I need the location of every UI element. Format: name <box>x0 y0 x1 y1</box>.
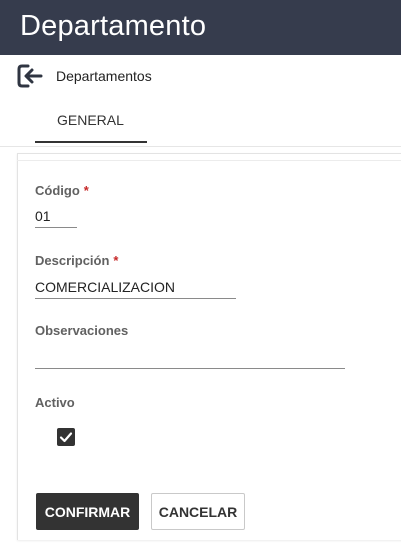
codigo-label-text: Código <box>35 183 80 198</box>
card-divider <box>17 160 401 161</box>
activo-label: Activo <box>35 395 75 410</box>
descripcion-label: Descripción * <box>35 253 118 268</box>
cancel-button[interactable]: CANCELAR <box>151 493 245 530</box>
codigo-input[interactable] <box>35 207 77 228</box>
confirm-button[interactable]: CONFIRMAR <box>36 493 139 530</box>
back-navigation: Departamentos <box>0 57 401 95</box>
tab-general-label: GENERAL <box>57 112 124 128</box>
required-marker: * <box>83 183 89 198</box>
back-link-label[interactable]: Departamentos <box>56 68 152 84</box>
observaciones-label: Observaciones <box>35 323 128 338</box>
descripcion-input[interactable] <box>35 278 236 299</box>
observaciones-input[interactable] <box>35 347 345 369</box>
descripcion-label-text: Descripción <box>35 253 110 268</box>
back-arrow-icon[interactable] <box>16 61 46 91</box>
activo-label-text: Activo <box>35 395 75 410</box>
observaciones-label-text: Observaciones <box>35 323 129 338</box>
tab-bar: GENERAL <box>0 100 401 147</box>
required-marker: * <box>113 253 119 268</box>
page-title: Departamento <box>20 10 207 42</box>
app-header: Departamento <box>0 0 401 55</box>
codigo-label: Código * <box>35 183 89 198</box>
tab-general[interactable]: GENERAL <box>35 100 147 143</box>
activo-checkbox[interactable] <box>57 428 75 446</box>
checkmark-icon <box>59 432 73 443</box>
